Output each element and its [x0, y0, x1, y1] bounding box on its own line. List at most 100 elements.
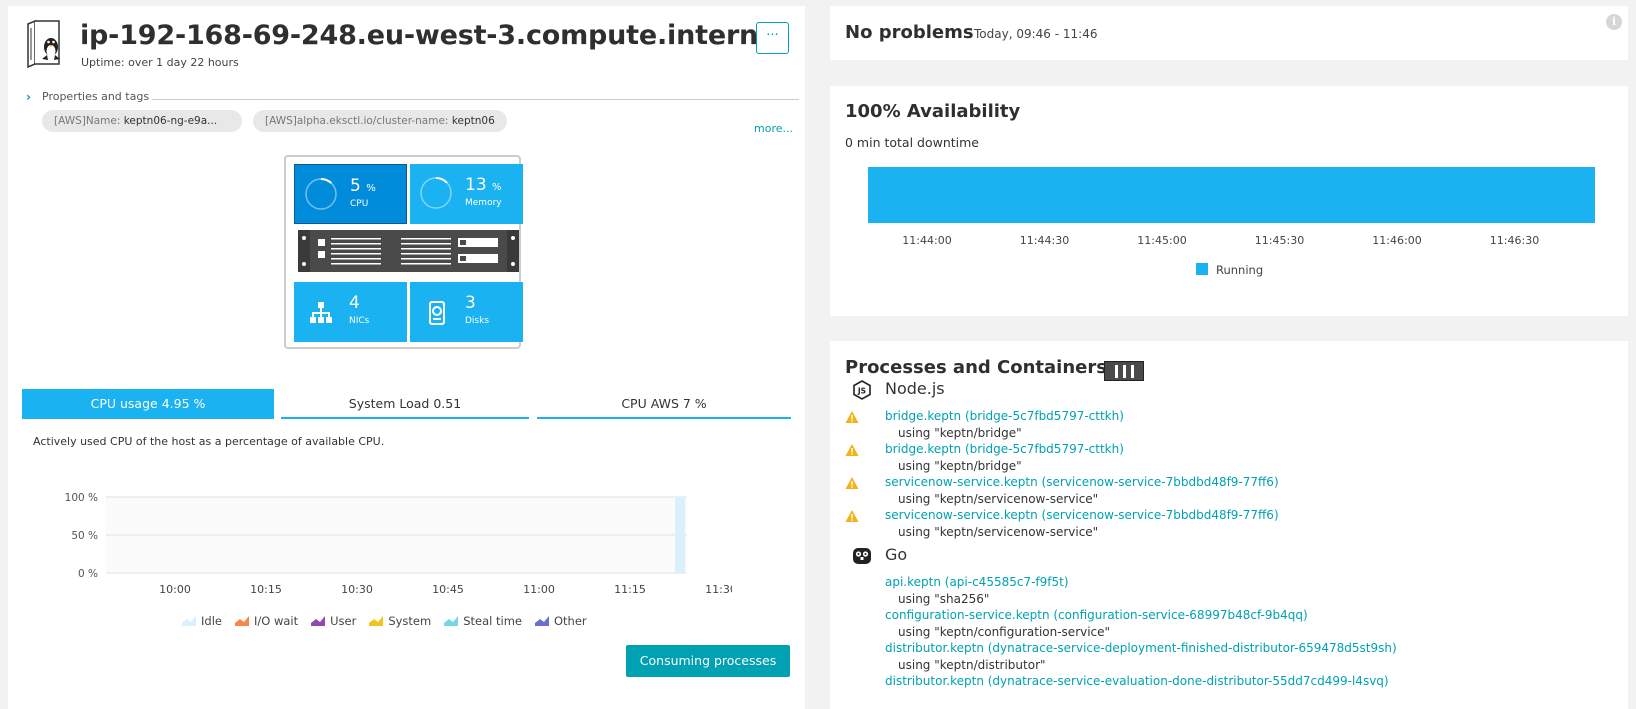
go-gopher-icon — [853, 548, 871, 564]
disks-value: 3 — [465, 293, 476, 313]
nics-tile[interactable]: 4 NICs — [294, 282, 407, 342]
process-link[interactable]: bridge.keptn (bridge-5c7fbd5797-cttkh) — [885, 442, 1124, 456]
tag-value: keptn06-ng-e9a... — [123, 115, 218, 127]
tag-chip[interactable]: [AWS]Name: keptn06-ng-e9a... — [42, 110, 242, 132]
process-item: api.keptn (api-c45585c7-f9f5t) using "sha… — [845, 575, 1615, 607]
y-tick-label: 100 % — [65, 492, 98, 504]
process-item: bridge.keptn (bridge-5c7fbd5797-cttkh) us… — [845, 442, 1615, 474]
process-item: distributor.keptn (dynatrace-service-eva… — [845, 674, 1615, 706]
process-link[interactable]: distributor.keptn (dynatrace-service-eva… — [885, 674, 1389, 688]
process-item: distributor.keptn (dynatrace-service-dep… — [845, 641, 1615, 673]
technology-name: Go — [885, 545, 908, 564]
x-tick-label: 11:30 — [705, 583, 732, 596]
idle-band — [675, 497, 685, 573]
processes-title: Processes and Containers — [845, 357, 1107, 378]
tag-chip[interactable]: [AWS]alpha.eksctl.io/cluster-name: keptn… — [253, 110, 507, 132]
process-image: using "keptn/bridge" — [898, 426, 1022, 440]
legend-item[interactable]: System — [369, 614, 431, 628]
legend-swatch — [311, 616, 326, 626]
process-link[interactable]: api.keptn (api-c45585c7-f9f5t) — [885, 575, 1069, 589]
x-tick-label: 10:00 — [159, 583, 191, 596]
legend-item[interactable]: I/O wait — [234, 614, 299, 628]
memory-tile[interactable]: 13 % Memory — [410, 164, 523, 224]
availability-panel: 100% Availability 0 min total downtime 1… — [830, 86, 1628, 316]
network-icon — [310, 302, 332, 323]
host-title: ip-192-168-69-248.eu-west-3.compute.inte… — [80, 20, 786, 51]
process-item: servicenow-service.keptn (servicenow-ser… — [845, 508, 1615, 540]
process-image: using "keptn/configuration-service" — [898, 625, 1111, 639]
consuming-processes-button[interactable]: Consuming processes — [626, 645, 790, 677]
linux-host-icon — [27, 20, 60, 69]
legend-swatch — [234, 616, 249, 626]
chevron-right-icon: › — [26, 90, 31, 104]
technology-name: Node.js — [885, 379, 945, 398]
x-tick-label: 10:15 — [250, 583, 282, 596]
properties-label: Properties and tags — [42, 90, 150, 103]
x-tick-label: 10:45 — [432, 583, 464, 596]
legend-label: System — [388, 614, 432, 628]
disks-label: Disks — [465, 316, 490, 326]
nics-value: 4 — [349, 293, 360, 313]
nodejs-icon: JS — [853, 380, 871, 400]
legend-swatch — [369, 616, 384, 626]
warning-icon — [845, 444, 859, 456]
container-icon — [1104, 361, 1144, 381]
cpu-chart-legend: Idle I/O wait User System Steal time Other — [182, 614, 600, 628]
cpu-value: 5 — [350, 176, 361, 196]
x-tick-label: 11:44:30 — [1020, 234, 1069, 247]
x-tick-label: 11:45:00 — [1137, 234, 1186, 247]
info-icon[interactable]: i — [1606, 14, 1622, 30]
legend-label: I/O wait — [253, 614, 299, 628]
running-bar — [868, 167, 1595, 223]
legend-label: Other — [553, 614, 587, 628]
legend-item[interactable]: Other — [534, 614, 587, 628]
tab-cpu-usage[interactable]: CPU usage 4.95 % — [22, 389, 274, 419]
tag-value: keptn06 — [451, 115, 495, 127]
cpu-tile[interactable]: 5 % CPU — [294, 164, 407, 224]
more-actions-button[interactable]: ··· — [756, 22, 789, 54]
x-tick-label: 11:15 — [614, 583, 646, 596]
x-tick-label: 11:45:30 — [1255, 234, 1304, 247]
process-image: using "sha256" — [898, 592, 990, 606]
disks-tile[interactable]: 3 Disks — [410, 282, 523, 342]
process-image: using "keptn/servicenow-service" — [898, 525, 1099, 539]
process-link[interactable]: servicenow-service.keptn (servicenow-ser… — [885, 508, 1279, 522]
legend-item[interactable]: User — [311, 614, 356, 628]
process-item: bridge.keptn (bridge-5c7fbd5797-cttkh) us… — [845, 409, 1615, 441]
host-infographic: 5 % CPU 13 % Memory 4 NICs 3 Disks — [284, 155, 523, 349]
problems-title: No problems — [845, 22, 974, 43]
warning-icon — [845, 411, 859, 423]
disk-icon — [429, 301, 445, 325]
y-tick-label: 0 % — [78, 568, 98, 580]
availability-chart: 11:44:00 11:44:30 11:45:00 11:45:30 11:46:00… — [868, 167, 1595, 277]
processes-panel: Processes and Containers JS Node.js bridge… — [830, 341, 1628, 709]
legend-swatch — [1196, 263, 1208, 275]
cpu-ring-icon — [305, 178, 337, 210]
process-image: using "keptn/bridge" — [898, 459, 1022, 473]
tab-description: Actively used CPU of the host as a perce… — [33, 435, 385, 448]
process-image: using "keptn/servicenow-service" — [898, 492, 1099, 506]
memory-label: Memory — [465, 198, 502, 208]
tag-key: [AWS]alpha.eksctl.io/cluster-name: — [265, 115, 449, 127]
warning-icon — [845, 510, 859, 522]
legend-label: User — [330, 614, 357, 628]
legend-swatch — [182, 616, 196, 626]
legend-swatch — [534, 616, 549, 626]
tab-system-load[interactable]: System Load 0.51 — [281, 389, 529, 419]
properties-and-tags-toggle[interactable]: › Properties and tags — [26, 90, 799, 104]
legend-label: Steal time — [463, 614, 522, 628]
more-tags-link[interactable]: more... — [754, 122, 793, 135]
legend-item[interactable]: Steal time — [444, 614, 522, 628]
process-link[interactable]: servicenow-service.keptn (servicenow-ser… — [885, 475, 1279, 489]
process-link[interactable]: configuration-service.keptn (configurati… — [885, 608, 1308, 622]
process-link[interactable]: distributor.keptn (dynatrace-service-dep… — [885, 641, 1397, 655]
tab-cpu-aws[interactable]: CPU AWS 7 % — [537, 389, 791, 419]
problems-panel: No problems Today, 09:46 - 11:46 i — [830, 6, 1628, 60]
memory-ring-icon — [420, 177, 452, 209]
y-tick-label: 50 % — [71, 530, 98, 542]
x-tick-label: 11:46:30 — [1490, 234, 1539, 247]
x-tick-label: 11:46:00 — [1372, 234, 1421, 247]
legend-item[interactable]: Idle — [182, 614, 222, 628]
server-rack-icon — [298, 230, 519, 272]
process-link[interactable]: bridge.keptn (bridge-5c7fbd5797-cttkh) — [885, 409, 1124, 423]
